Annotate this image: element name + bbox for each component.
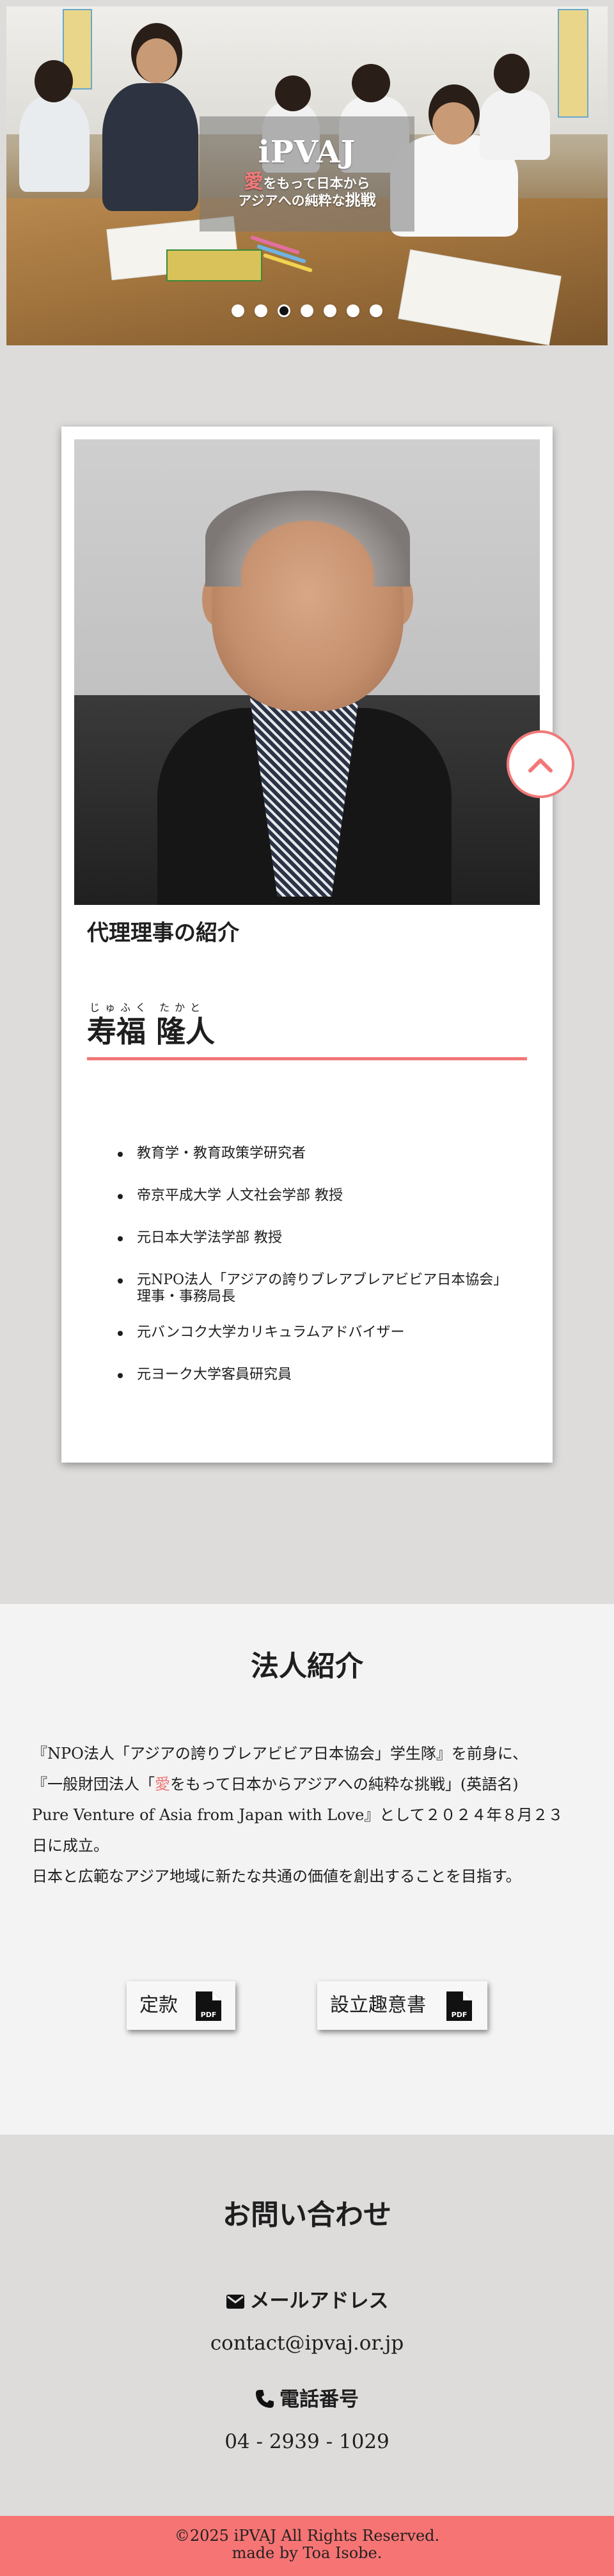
hero-photo-student-head [352,64,390,102]
hero-caption: iPVAJ 愛をもって日本から アジアへの純粋な挑戦 [200,116,414,232]
corp-desc-part: をもって日本からアジアへの純粋な挑戦」(英語名) [170,1775,519,1793]
credential-item: 元バンコク大学カリキュラムアドバイザー [118,1324,521,1341]
slider-dot-5[interactable] [324,304,336,317]
slider-dot-7[interactable] [370,304,382,317]
name-underline [87,1057,527,1060]
prospectus-label: 設立趣意書 [330,1994,426,2016]
hero-photo-student-head [275,75,311,111]
tagline-love: 愛 [244,171,264,193]
phone-icon [256,2390,274,2408]
corp-desc-line: 『NPO法人「アジアの誇りブレアビビア日本協会」学生隊』を前身に、 [32,1745,528,1763]
corp-desc-love: 愛 [155,1775,170,1793]
corporation-description: 『NPO法人「アジアの誇りブレアビビア日本協会」学生隊』を前身に、 『一般財団法… [32,1738,595,1892]
chevron-up-icon [528,758,553,773]
contact-section: お問い合わせ メールアドレス contact@ipvaj.or.jp 電話番号 … [0,2135,614,2516]
tagline-stress: 挑戦 [345,191,376,209]
photo-hair [205,491,410,586]
hero-photo-crayon-box [166,249,262,281]
director-photo [74,439,540,905]
hero-photo-student [480,90,550,160]
site-footer: ©2025 iPVAJ All Rights Reserved. made by… [0,2516,614,2576]
director-name-ruby: じゅふく たかと [90,1001,206,1014]
credential-item: 元NPO法人「アジアの誇りブレアブレアビビア日本協会」理事・事務局長 [118,1272,521,1305]
hero-tagline: 愛をもって日本から アジアへの純粋な挑戦 [200,171,414,209]
corporation-title: 法人紹介 [251,1650,363,1683]
contact-title: お問い合わせ [223,2199,391,2231]
credential-item: 元ヨーク大学客員研究員 [118,1367,521,1383]
tagline-line2: アジアへの純粋な [238,192,345,208]
profile-heading: 代理理事の紹介 [87,920,239,946]
pdf-file-icon: PDF [446,1991,472,2021]
email-label: メールアドレス [249,2289,389,2313]
envelope-icon [226,2295,244,2309]
hero-photo-teacher-face [136,38,177,83]
slider-dot-6[interactable] [347,304,359,317]
hero-slider: iPVAJ 愛をもって日本から アジアへの純粋な挑戦 [6,6,608,345]
hero-photo-student-head [494,54,530,93]
site-logo: iPVAJ [258,134,356,170]
director-name-block: じゅふく たかと 寿福 隆人 [87,1002,527,1060]
hero-photo-student [19,96,90,192]
credential-item: 帝京平成大学 人文社会学部 教授 [118,1188,521,1204]
corp-desc-part: 『一般財団法人「 [32,1775,155,1793]
hero-photo-teacher [102,83,198,211]
email-label-row: メールアドレス [0,2288,614,2314]
footer-credit: made by Toa Isobe. [232,2544,382,2562]
credential-item: 教育学・教育政策学研究者 [118,1145,521,1162]
pdf-label: PDF [452,2011,468,2019]
prospectus-pdf-button[interactable]: 設立趣意書 PDF [317,1981,487,2030]
credential-item: 元日本大学法学部 教授 [118,1230,521,1246]
slider-dot-2[interactable] [255,304,267,317]
email-value[interactable]: contact@ipvaj.or.jp [0,2330,614,2356]
slider-dot-1[interactable] [232,304,244,317]
slider-dots [6,304,608,320]
articles-label: 定款 [139,1994,178,2016]
phone-value[interactable]: 04 - 2939 - 1029 [0,2429,614,2454]
corp-desc-line: Pure Venture of Asia from Japan with Lov… [32,1806,563,1824]
phone-label-row: 電話番号 [0,2387,614,2412]
director-name: 寿福 隆人 [87,1014,216,1049]
hero-photo-poster [558,9,588,118]
pdf-file-icon: PDF [196,1991,221,2021]
hero-photo-student-face [432,102,475,145]
corp-desc-line: 日に成立。 [32,1837,109,1855]
scroll-to-top-button[interactable] [507,730,574,798]
slider-dot-4[interactable] [301,304,313,317]
corp-desc-line: 『一般財団法人「愛をもって日本からアジアへの純粋な挑戦」(英語名) [32,1769,595,1800]
pdf-label: PDF [201,2011,217,2019]
tagline-line1: をもって日本から [263,175,370,191]
corporation-section: 法人紹介 『NPO法人「アジアの誇りブレアビビア日本協会」学生隊』を前身に、 『… [0,1604,614,2135]
phone-label: 電話番号 [279,2388,359,2411]
articles-pdf-button[interactable]: 定款 PDF [127,1981,235,2030]
director-profile-card: 代理理事の紹介 じゅふく たかと 寿福 隆人 教育学・教育政策学研究者 帝京平成… [61,427,553,1463]
footer-copyright: ©2025 iPVAJ All Rights Reserved. [174,2527,440,2545]
corp-desc-line: 日本と広範なアジア地域に新たな共通の価値を創出することを目指す。 [32,1867,521,1885]
credential-list: 教育学・教育政策学研究者 帝京平成大学 人文社会学部 教授 元日本大学法学部 教… [118,1145,521,1409]
slider-dot-3[interactable] [278,304,290,317]
hero-photo-student-head [35,60,73,102]
